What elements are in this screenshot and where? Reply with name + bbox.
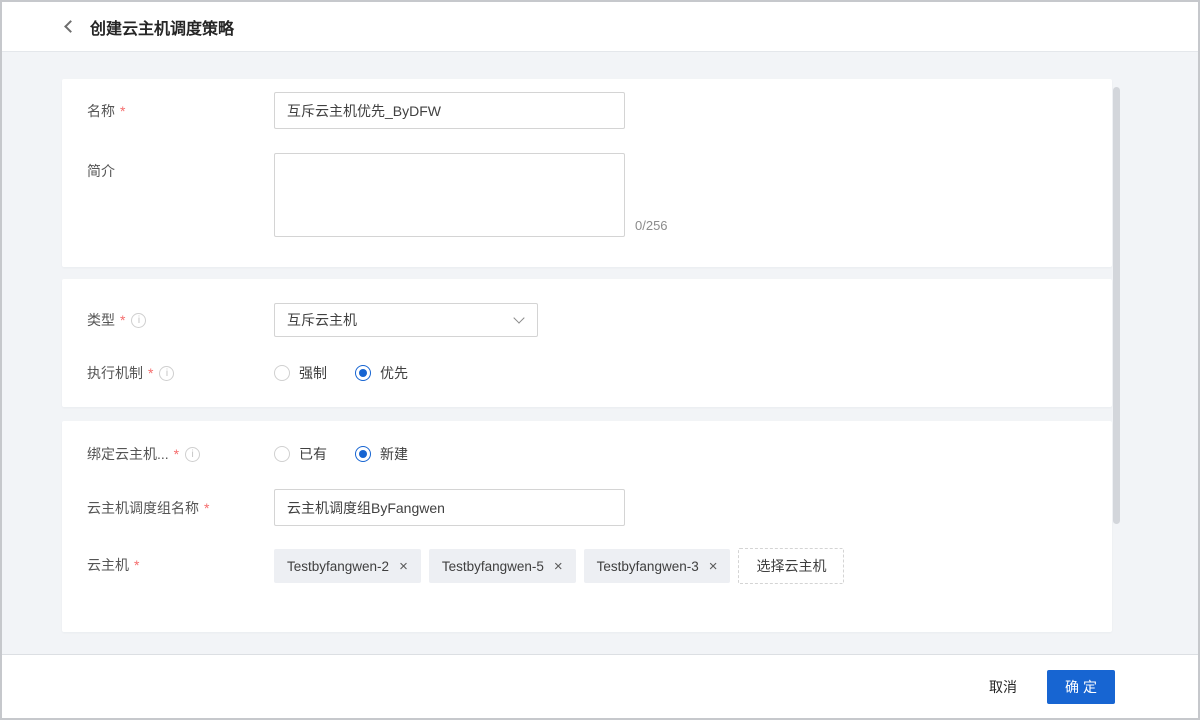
- host-tag: Testbyfangwen-5 ×: [429, 549, 576, 583]
- info-icon[interactable]: i: [159, 366, 174, 381]
- remove-tag-icon[interactable]: ×: [709, 559, 718, 574]
- radio-icon[interactable]: [355, 365, 371, 381]
- host-tag: Testbyfangwen-2 ×: [274, 549, 421, 583]
- select-hosts-button[interactable]: 选择云主机: [738, 548, 844, 584]
- mechanism-row: 执行机制 * i 强制 优先: [62, 363, 1112, 383]
- page-header: 创建云主机调度策略: [2, 2, 1198, 52]
- description-textarea[interactable]: [274, 153, 625, 237]
- description-label: 简介: [62, 153, 274, 181]
- bind-mode-row: 绑定云主机... * i 已有 新建: [62, 444, 1112, 464]
- info-icon[interactable]: i: [185, 447, 200, 462]
- chevron-down-icon: [513, 312, 524, 323]
- binding-card: 绑定云主机... * i 已有 新建 云主机调度组名: [62, 421, 1112, 632]
- type-row: 类型 * i 互斥云主机: [62, 303, 1112, 337]
- required-mark: *: [174, 446, 179, 462]
- page-title: 创建云主机调度策略: [90, 15, 234, 39]
- remove-tag-icon[interactable]: ×: [399, 559, 408, 574]
- form-body: 名称 * 简介 0/256 类型 * i: [2, 52, 1198, 654]
- back-icon[interactable]: [64, 20, 77, 33]
- host-tags: Testbyfangwen-2 × Testbyfangwen-5 × Test…: [274, 548, 844, 584]
- confirm-button[interactable]: 确定: [1047, 670, 1115, 704]
- radio-option-force[interactable]: 强制: [274, 363, 327, 383]
- required-mark: *: [148, 365, 153, 381]
- required-mark: *: [120, 103, 125, 119]
- required-mark: *: [120, 312, 125, 328]
- policy-type-card: 类型 * i 互斥云主机 执行机制 * i 强制: [62, 279, 1112, 407]
- radio-option-existing[interactable]: 已有: [274, 444, 327, 464]
- name-row: 名称 *: [62, 92, 1112, 129]
- hosts-label: 云主机 *: [62, 548, 274, 582]
- bind-mode-label: 绑定云主机... * i: [62, 444, 274, 464]
- description-field-wrap: 0/256: [274, 153, 625, 237]
- bind-mode-radio-group: 已有 新建: [274, 444, 408, 464]
- radio-icon[interactable]: [274, 365, 290, 381]
- type-select[interactable]: 互斥云主机: [274, 303, 538, 337]
- required-mark: *: [204, 500, 209, 516]
- create-scheduling-policy-page: 创建云主机调度策略 名称 * 简介 0/256: [0, 0, 1200, 720]
- group-name-row: 云主机调度组名称 *: [62, 489, 1112, 526]
- description-row: 简介 0/256: [62, 153, 1112, 237]
- required-mark: *: [134, 557, 139, 573]
- group-name-label: 云主机调度组名称 *: [62, 489, 274, 526]
- radio-option-new[interactable]: 新建: [355, 444, 408, 464]
- remove-tag-icon[interactable]: ×: [554, 559, 563, 574]
- name-input[interactable]: [274, 92, 625, 129]
- scrollbar-thumb[interactable]: [1113, 87, 1120, 524]
- name-label: 名称 *: [62, 92, 274, 129]
- basic-info-card: 名称 * 简介 0/256: [62, 79, 1112, 267]
- type-select-value: 互斥云主机: [287, 310, 357, 330]
- mechanism-label: 执行机制 * i: [62, 363, 274, 383]
- radio-icon[interactable]: [274, 446, 290, 462]
- hosts-row: 云主机 * Testbyfangwen-2 × Testbyfangwen-5 …: [62, 548, 1112, 584]
- footer-bar: 取消 确定: [2, 654, 1198, 718]
- cancel-button[interactable]: 取消: [989, 677, 1017, 697]
- mechanism-radio-group: 强制 优先: [274, 363, 408, 383]
- radio-option-priority[interactable]: 优先: [355, 363, 408, 383]
- radio-icon[interactable]: [355, 446, 371, 462]
- type-label: 类型 * i: [62, 303, 274, 337]
- info-icon[interactable]: i: [131, 313, 146, 328]
- char-counter: 0/256: [635, 218, 668, 233]
- group-name-input[interactable]: [274, 489, 625, 526]
- host-tag: Testbyfangwen-3 ×: [584, 549, 731, 583]
